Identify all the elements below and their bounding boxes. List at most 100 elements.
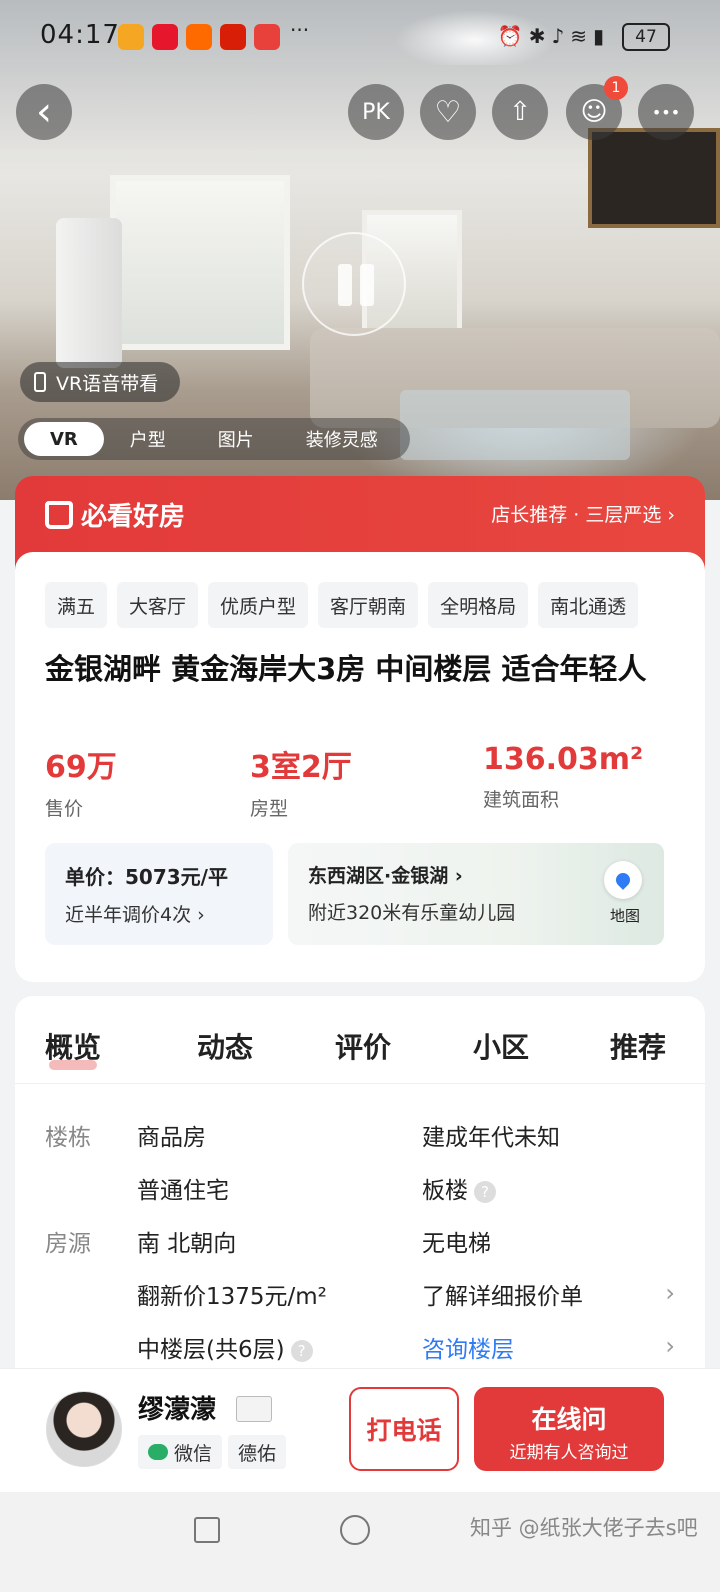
unit-price-box[interactable]: 单价：5073元/平 近半年调价4次 › xyxy=(45,843,273,945)
air-conditioner xyxy=(56,218,122,368)
structure-type: 板楼? xyxy=(422,1171,496,1205)
back-button[interactable]: ‹ xyxy=(16,84,72,140)
stat-price: 69万 售价 xyxy=(45,742,117,821)
price-label: 售价 xyxy=(45,798,84,820)
agent-avatar[interactable] xyxy=(46,1391,122,1467)
unit-price: 单价：5073元/平 xyxy=(65,865,228,889)
listing-title: 金银湖畔 黄金海岸大3房 中间楼层 适合年轻人 xyxy=(45,652,647,686)
price-detail-link[interactable]: 了解详细报价单 xyxy=(422,1277,583,1311)
tab-overview[interactable]: 概览 xyxy=(45,1026,101,1070)
structure-text: 板楼 xyxy=(422,1178,468,1204)
tab-updates[interactable]: 动态 xyxy=(197,1026,253,1066)
calligraphy-frame xyxy=(588,128,720,228)
tab-decoration[interactable]: 装修灵感 xyxy=(280,422,404,456)
tag: 大客厅 xyxy=(117,582,199,628)
orientation: 南 北朝向 xyxy=(137,1231,237,1257)
message-icon: ☺ xyxy=(580,97,608,127)
building-label: 楼栋 xyxy=(45,1125,91,1151)
tag: 优质户型 xyxy=(208,582,309,628)
system-navbar: 知乎 @纸张大佬子去s吧 xyxy=(0,1492,720,1592)
app-notification-icon xyxy=(118,24,144,50)
window-left xyxy=(110,175,290,350)
online-ask-button[interactable]: 在线问 近期有人咨询过 xyxy=(474,1387,664,1471)
chevron-right-icon[interactable]: › xyxy=(665,1279,675,1307)
system-icons: ⏰✱♪≋▮ xyxy=(497,24,610,48)
tag: 满五 xyxy=(45,582,108,628)
agent-bar: 缪濛濛 微信 德佑 打电话 在线问 近期有人咨询过 xyxy=(0,1368,720,1492)
tab-vr[interactable]: VR xyxy=(24,422,104,456)
chevron-right-icon[interactable]: › xyxy=(665,1332,675,1360)
help-icon[interactable]: ? xyxy=(474,1180,496,1203)
floor-info: 中楼层(共6层)? xyxy=(137,1330,313,1364)
area-label: 建筑面积 xyxy=(483,789,560,811)
map-label: 地图 xyxy=(609,907,640,925)
vr-voice-tour-button[interactable]: VR语音带看 xyxy=(20,362,181,402)
share-icon[interactable]: ⇧ xyxy=(492,84,548,140)
key-stats: 69万 售价 3室2厅 房型 136.03m² 建筑面积 xyxy=(45,742,685,820)
message-button[interactable]: ☺ 1 xyxy=(566,76,628,140)
weibo-icon xyxy=(152,24,178,50)
tag: 南北通透 xyxy=(538,582,639,628)
more-icon[interactable]: ••• xyxy=(638,84,694,140)
online-ask-title: 在线问 xyxy=(531,1405,607,1434)
vr-voice-label: VR语音带看 xyxy=(56,372,159,395)
house-icon xyxy=(45,500,73,529)
home-icon[interactable] xyxy=(340,1515,370,1545)
stat-layout: 3室2厅 房型 xyxy=(250,742,352,821)
message-badge: 1 xyxy=(604,76,628,100)
app-icon xyxy=(220,24,246,50)
stat-area: 136.03m² 建筑面积 xyxy=(483,742,643,812)
glass-table xyxy=(400,390,630,460)
tag-list: 满五 大客厅 优质户型 客厅朝南 全明格局 南北通透 xyxy=(45,582,705,628)
area-value: 136.03m² xyxy=(483,742,644,777)
call-button[interactable]: 打电话 xyxy=(349,1387,459,1471)
floor-text: 中楼层(共6层) xyxy=(137,1337,285,1363)
tag: 全明格局 xyxy=(428,582,529,628)
ask-floor-link[interactable]: 咨询楼层 xyxy=(422,1330,514,1364)
property-type: 商品房 xyxy=(137,1125,206,1151)
location-box[interactable]: 东西湖区·金银湖 › 附近320米有乐童幼儿园 地图 xyxy=(288,843,664,945)
business-card-icon[interactable] xyxy=(236,1396,272,1422)
recents-icon[interactable] xyxy=(194,1517,220,1543)
status-bar: 04:17 ··· ⏰✱♪≋▮ 47 xyxy=(0,14,720,58)
listing-card: 满五 大客厅 优质户型 客厅朝南 全明格局 南北通透 金银湖畔 黄金海岸大3房 … xyxy=(15,552,705,982)
wechat-label: 微信 xyxy=(174,1442,213,1465)
elevator: 无电梯 xyxy=(422,1231,491,1257)
wechat-icon xyxy=(148,1444,168,1460)
section-tabs: 概览 动态 评价 小区 推荐 xyxy=(15,996,705,1084)
layout-value: 3室2厅 xyxy=(250,750,352,785)
tab-photos[interactable]: 图片 xyxy=(192,422,280,456)
tab-floorplan[interactable]: 户型 xyxy=(104,422,192,456)
media-tabs: VR 户型 图片 装修灵感 xyxy=(18,418,410,460)
usage-type: 普通住宅 xyxy=(137,1178,229,1204)
company-chip: 德佑 xyxy=(228,1435,287,1469)
listing-page: 04:17 ··· ⏰✱♪≋▮ 47 ‹ PK ♡ ⇧ ☺ 1 ••• VR语音… xyxy=(0,0,720,1592)
source-label: 房源 xyxy=(45,1231,91,1257)
favorite-heart-icon[interactable]: ♡ xyxy=(420,84,476,140)
app-icon xyxy=(254,24,280,50)
logo-text: 必看好房 xyxy=(81,502,186,532)
price-value: 69万 xyxy=(45,750,117,785)
battery-icon: 47 xyxy=(622,23,670,51)
banner-right-text[interactable]: 店长推荐 · 三层严选 › xyxy=(491,500,675,527)
tab-reviews[interactable]: 评价 xyxy=(335,1026,391,1066)
layout-label: 房型 xyxy=(250,798,289,820)
online-ask-subtitle: 近期有人咨询过 xyxy=(509,1443,629,1463)
agent-name[interactable]: 缪濛濛 xyxy=(138,1389,216,1426)
vr-play-icon[interactable] xyxy=(302,232,406,336)
renovation-price: 翻新价1375元/m² xyxy=(137,1284,327,1310)
price-adjust-history: 近半年调价4次 › xyxy=(65,904,205,926)
more-notifications-icon: ··· xyxy=(290,18,310,42)
taobao-icon xyxy=(186,24,212,50)
clock: 04:17 xyxy=(40,20,120,50)
must-see-logo: 必看好房 xyxy=(45,496,185,533)
wechat-chip[interactable]: 微信 xyxy=(138,1435,223,1469)
pk-button[interactable]: PK xyxy=(348,84,404,140)
tag: 客厅朝南 xyxy=(318,582,419,628)
tab-recommend[interactable]: 推荐 xyxy=(610,1026,666,1066)
help-icon[interactable]: ? xyxy=(290,1339,313,1362)
phone-icon xyxy=(34,372,46,392)
build-year: 建成年代未知 xyxy=(422,1125,560,1151)
tab-community[interactable]: 小区 xyxy=(473,1026,529,1066)
watermark: 知乎 @纸张大佬子去s吧 xyxy=(470,1516,698,1540)
